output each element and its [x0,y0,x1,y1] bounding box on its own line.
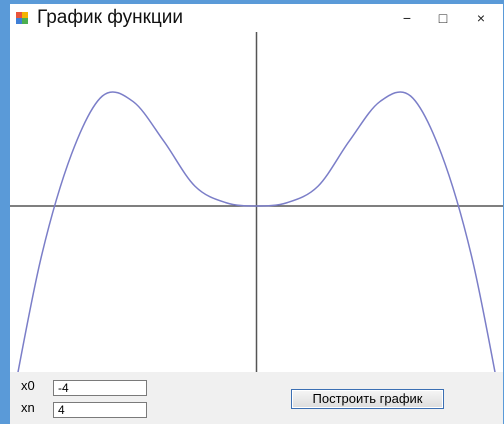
main-window: График функции − □ × x0 -4 xn 4 Построит… [10,4,503,424]
maximize-button[interactable]: □ [424,4,462,32]
close-button[interactable]: × [462,4,500,32]
minimize-button[interactable]: − [388,4,426,32]
xn-label: xn [21,400,35,415]
minimize-icon: − [402,10,412,26]
plot-button[interactable]: Построить график [291,389,444,409]
title-bar[interactable]: График функции − □ × [10,4,503,32]
window-title: График функции [37,7,184,28]
x0-label: x0 [21,378,35,393]
app-icon [16,12,28,24]
function-plot [10,32,503,415]
x0-input[interactable]: -4 [53,380,147,396]
plot-area [10,32,503,415]
xn-input[interactable]: 4 [53,402,147,418]
close-icon: × [476,10,486,26]
controls-panel: x0 -4 xn 4 Построить график [10,372,503,424]
maximize-icon: □ [438,10,448,26]
